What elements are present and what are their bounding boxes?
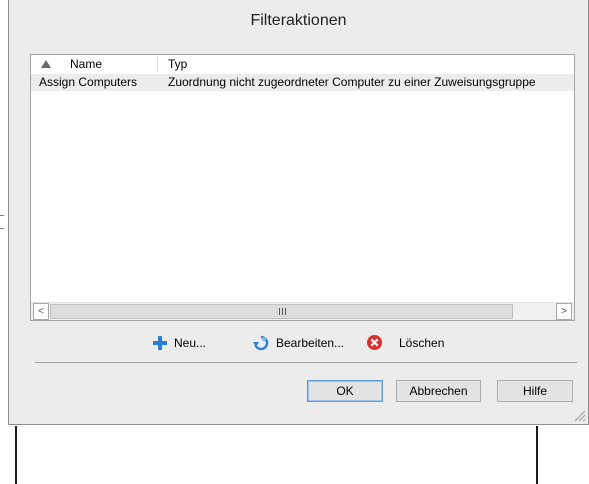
column-header-typ[interactable]: Typ	[158, 55, 574, 73]
cancel-button[interactable]: Abbrechen	[396, 380, 481, 402]
background-edge-tick	[0, 215, 4, 216]
new-label: Neu...	[174, 336, 207, 350]
cell-typ: Zuordnung nicht zugeordneter Computer zu…	[168, 75, 536, 89]
scrollbar-thumb[interactable]	[50, 304, 513, 319]
scroll-right-button[interactable]: >	[556, 303, 572, 320]
new-action[interactable]: Neu...	[152, 334, 222, 352]
edit-action[interactable]: Bearbeiten...	[252, 334, 352, 352]
help-button[interactable]: Hilfe	[497, 380, 573, 402]
delete-action[interactable]: Löschen	[366, 334, 456, 352]
plus-icon	[153, 336, 167, 350]
background-window-line-left	[15, 426, 17, 484]
table-row[interactable]: Assign Computers Zuordnung nicht zugeord…	[31, 74, 574, 91]
filter-actions-list[interactable]: Name Typ Assign Computers Zuordnung nich…	[30, 54, 575, 321]
resize-grip-icon[interactable]	[574, 410, 586, 422]
sort-ascending-icon	[41, 60, 51, 68]
delete-label: Löschen	[399, 336, 445, 350]
scrollbar-grip-icon	[278, 308, 286, 315]
list-header: Name Typ	[31, 55, 574, 73]
background-window-line-right	[536, 426, 538, 484]
delete-x-icon	[367, 335, 382, 350]
cell-name: Assign Computers	[39, 75, 138, 89]
title-bar[interactable]: Filteraktionen	[9, 0, 588, 42]
filter-actions-dialog: Filteraktionen Name Typ Assign Computers…	[8, 0, 589, 425]
column-label-name: Name	[70, 57, 103, 71]
column-label-typ: Typ	[168, 57, 188, 71]
dialog-title: Filteraktionen	[250, 12, 347, 29]
scroll-left-button[interactable]: <	[33, 303, 49, 320]
horizontal-scrollbar[interactable]: < >	[31, 302, 574, 320]
refresh-edit-icon	[253, 335, 269, 351]
ok-button[interactable]: OK	[307, 380, 383, 402]
edit-label: Bearbeiten...	[276, 336, 345, 350]
column-header-name[interactable]: Name	[31, 55, 156, 73]
separator-line	[35, 362, 577, 363]
background-edge-tick	[0, 228, 4, 229]
